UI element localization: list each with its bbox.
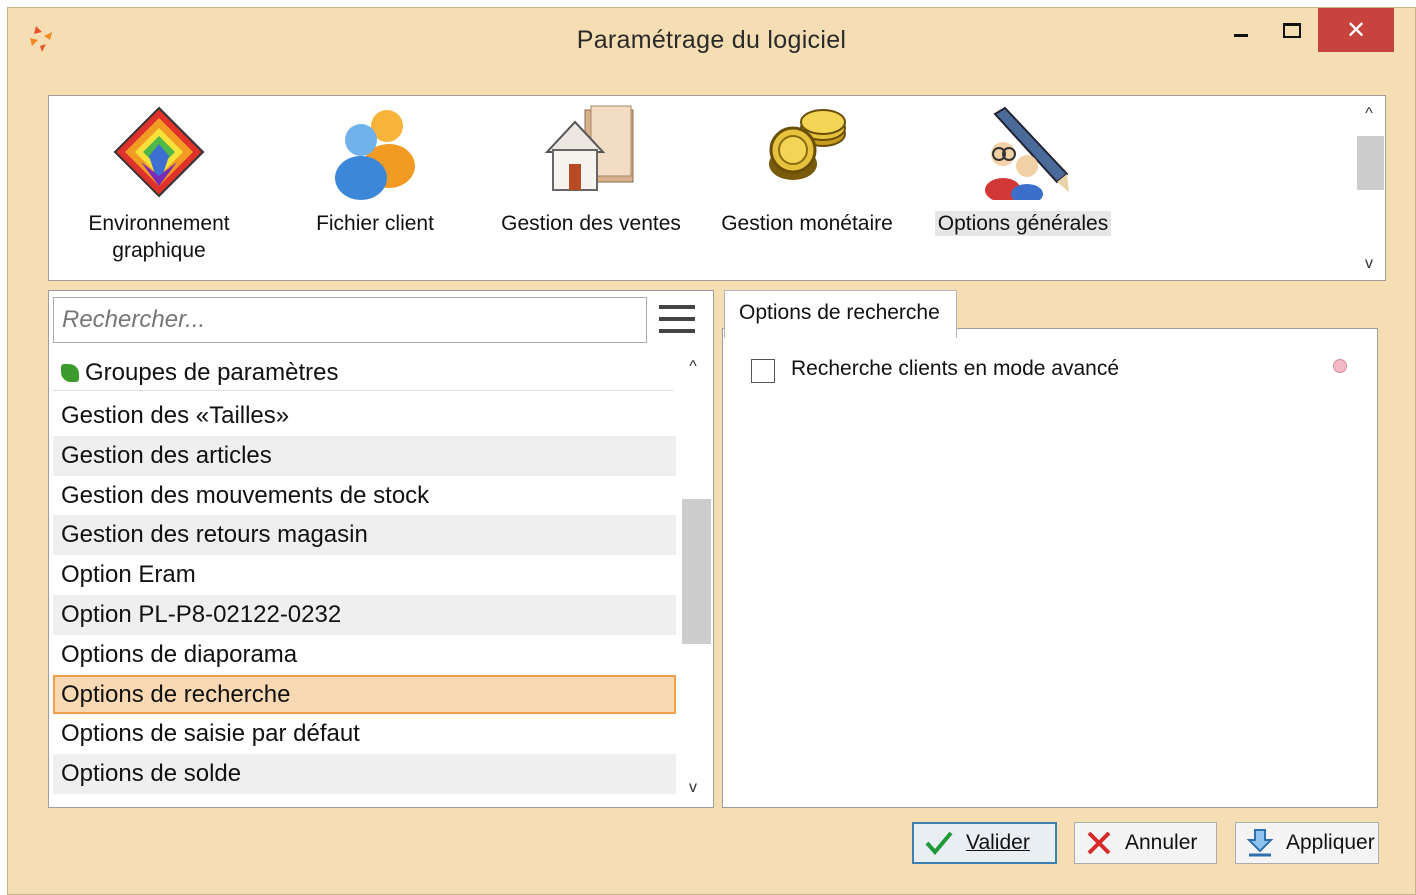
search-input[interactable]: Rechercher... — [53, 297, 647, 343]
advanced-search-checkbox[interactable] — [751, 359, 775, 383]
options-panel: Recherche clients en mode avancé — [722, 328, 1378, 808]
ribbon-item-gestion-ventes[interactable]: Gestion des ventes — [491, 96, 691, 282]
parameter-groups-panel: Rechercher... Groupes de paramètres Gest… — [48, 290, 714, 808]
minimize-icon — [1234, 33, 1248, 37]
list-item[interactable]: Option PL-P8-02122-0232 — [53, 594, 676, 635]
ribbon-label: Gestion monétaire — [721, 212, 893, 235]
maximize-icon — [1283, 22, 1301, 38]
list-item[interactable]: Options de solde — [53, 754, 676, 794]
maximize-button[interactable] — [1269, 8, 1315, 52]
list-item[interactable]: Gestion des articles — [53, 435, 676, 476]
minimize-button[interactable] — [1218, 8, 1264, 52]
validate-button[interactable]: Valider — [912, 822, 1057, 864]
settings-window: Paramétrage du logiciel ✕ Environnement … — [7, 7, 1416, 895]
list-scrollbar[interactable]: ^ v — [677, 349, 713, 804]
apply-button[interactable]: Appliquer — [1235, 822, 1379, 864]
scroll-up-icon[interactable]: ^ — [677, 353, 709, 381]
ribbon-item-environnement[interactable]: Environnement graphique — [59, 96, 259, 282]
users-icon — [335, 110, 415, 200]
ribbon-label: Environnement graphique — [88, 212, 230, 262]
validate-label: Valider — [966, 831, 1030, 854]
checkbox-label[interactable]: Recherche clients en mode avancé — [791, 357, 1119, 381]
coins-icon — [769, 109, 846, 180]
ribbon-item-options-generales[interactable]: Options générales — [923, 96, 1123, 282]
close-icon: ✕ — [1345, 16, 1367, 44]
group-leaf-icon — [61, 364, 79, 382]
ribbon-label: Options générales — [934, 211, 1112, 236]
ribbon-label: Gestion des ventes — [501, 212, 681, 235]
list-item[interactable]: Gestion des mouvements de stock — [53, 476, 676, 516]
title-bar[interactable]: Paramétrage du logiciel ✕ — [8, 8, 1415, 70]
list-item[interactable]: Options de diaporama — [53, 635, 676, 675]
list-item[interactable]: Gestion des retours magasin — [53, 515, 676, 556]
scroll-up-icon[interactable]: ^ — [1353, 100, 1385, 128]
apply-download-icon — [1246, 829, 1274, 857]
checkmark-icon — [925, 831, 953, 856]
group-header-label: Groupes de paramètres — [85, 359, 339, 386]
window-title: Paramétrage du logiciel — [576, 26, 847, 54]
parameter-list: Gestion des «Tailles» Gestion des articl… — [53, 396, 676, 801]
list-item[interactable]: Options de saisie par défaut — [53, 714, 676, 754]
ribbon-item-gestion-monetaire[interactable]: Gestion monétaire — [707, 96, 907, 282]
status-indicator — [1333, 359, 1347, 373]
ribbon-scrollbar[interactable]: ^ v — [1353, 96, 1385, 280]
list-item[interactable]: Option Eram — [53, 555, 676, 595]
cancel-x-icon — [1087, 831, 1111, 855]
ribbon-item-fichier-client[interactable]: Fichier client — [275, 96, 475, 282]
close-button[interactable]: ✕ — [1318, 8, 1394, 52]
apply-label: Appliquer — [1286, 831, 1375, 854]
people-pencil-icon — [985, 106, 1069, 200]
scroll-down-icon[interactable]: v — [1353, 250, 1385, 278]
group-header: Groupes de paramètres — [53, 349, 673, 391]
list-item[interactable]: Gestion des «Tailles» — [53, 396, 676, 436]
scroll-thumb[interactable] — [682, 499, 711, 644]
scroll-thumb[interactable] — [1357, 136, 1384, 190]
menu-icon[interactable] — [659, 305, 697, 335]
tab-options-recherche[interactable]: Options de recherche — [724, 290, 957, 338]
category-ribbon: Environnement graphique Fichier client G… — [48, 95, 1386, 281]
list-item-selected[interactable]: Options de recherche — [53, 674, 676, 715]
house-folder-icon — [544, 105, 634, 191]
ribbon-label: Fichier client — [316, 212, 434, 235]
scroll-down-icon[interactable]: v — [677, 774, 709, 802]
environment-pyramid-icon — [113, 106, 205, 198]
cancel-button[interactable]: Annuler — [1074, 822, 1217, 864]
cancel-label: Annuler — [1125, 831, 1198, 854]
